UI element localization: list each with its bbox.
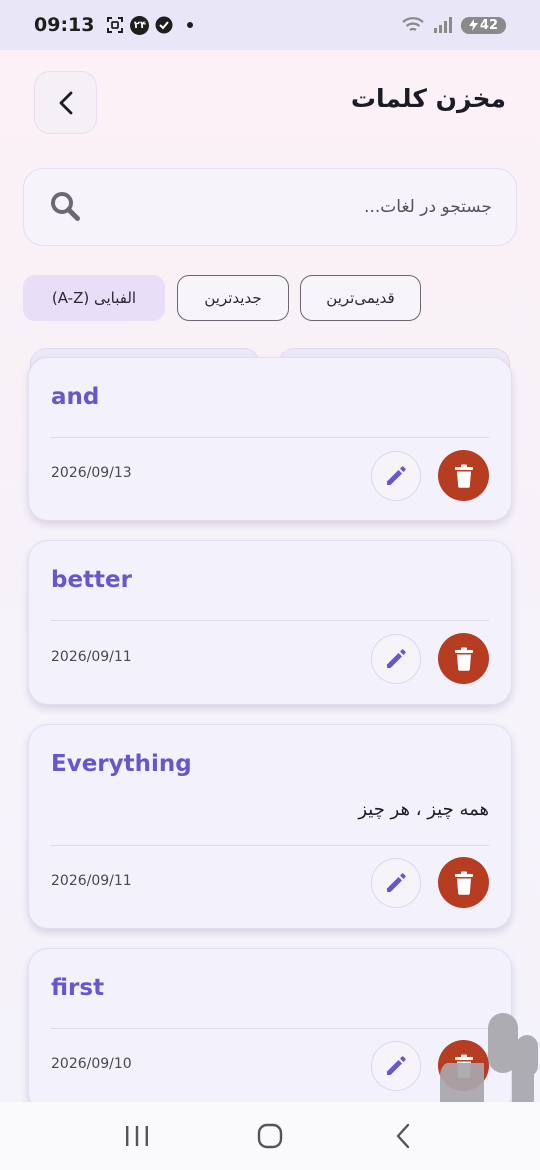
recents-button[interactable] xyxy=(117,1116,157,1156)
battery-icon: 42 xyxy=(460,16,506,34)
battery-level: 42 xyxy=(479,17,498,33)
word-text: Everything xyxy=(51,751,192,777)
status-icons-left: ۲۴ xyxy=(106,15,194,35)
word-text: better xyxy=(51,567,132,593)
word-date: 2026/09/13 xyxy=(51,465,132,481)
sort-chip-oldest[interactable]: قدیمی‌ترین xyxy=(300,275,421,321)
word-text: and xyxy=(51,384,100,410)
nav-back-button[interactable] xyxy=(383,1116,423,1156)
recents-icon xyxy=(125,1126,148,1146)
word-date: 2026/09/11 xyxy=(51,873,132,889)
back-button[interactable] xyxy=(34,71,97,134)
sort-chip-newest[interactable]: جدیدترین xyxy=(177,275,289,321)
divider xyxy=(51,845,489,846)
screenshot-icon xyxy=(107,17,124,33)
chevron-left-icon xyxy=(59,91,72,114)
home-button[interactable] xyxy=(250,1116,290,1156)
pencil-icon xyxy=(387,649,406,668)
trash-icon xyxy=(454,871,473,895)
status-bar: 09:13 ۲۴ 42 xyxy=(0,0,540,50)
pencil-icon xyxy=(387,873,406,892)
pencil-icon xyxy=(387,466,406,485)
sort-chip-alphabetical-label: الفبایی (A-Z) xyxy=(51,289,137,307)
system-nav-bar xyxy=(0,1102,540,1170)
shield-check-icon xyxy=(155,16,173,34)
divider xyxy=(51,620,489,621)
trash-icon xyxy=(454,647,473,671)
word-text: first xyxy=(51,975,105,1001)
delete-button[interactable] xyxy=(438,633,489,684)
sort-chip-oldest-label: قدیمی‌ترین xyxy=(326,289,395,307)
word-date: 2026/09/11 xyxy=(51,649,132,665)
page-title: مخزن کلمات xyxy=(350,84,506,113)
word-card[interactable]: Everything همه چیز ، هر چیز 2026/09/11 xyxy=(28,724,512,929)
word-card[interactable]: and 2026/09/13 xyxy=(28,357,512,521)
edit-button[interactable] xyxy=(371,451,421,501)
word-meaning: همه چیز ، هر چیز xyxy=(358,799,489,820)
notification-badge-icon: ۲۴ xyxy=(130,15,150,35)
wifi-icon xyxy=(402,17,424,31)
charging-bolt-icon xyxy=(468,19,478,31)
edit-button[interactable] xyxy=(371,858,421,908)
trash-icon xyxy=(454,464,473,488)
search-icon xyxy=(51,192,80,221)
edit-button[interactable] xyxy=(371,634,421,684)
sort-chip-newest-label: جدیدترین xyxy=(204,289,262,307)
status-time: 09:13 xyxy=(34,14,95,36)
search-box[interactable] xyxy=(23,168,517,246)
delete-button[interactable] xyxy=(438,857,489,908)
status-icons-right: 42 xyxy=(401,16,506,34)
divider xyxy=(51,437,489,438)
word-date: 2026/09/10 xyxy=(51,1056,132,1072)
dot-icon xyxy=(187,22,194,28)
delete-button[interactable] xyxy=(438,450,489,501)
pencil-icon xyxy=(387,1056,406,1075)
home-icon xyxy=(257,1123,283,1149)
signal-icon xyxy=(433,17,452,33)
search-input[interactable] xyxy=(84,197,492,217)
sort-chip-alphabetical[interactable]: الفبایی (A-Z) xyxy=(23,275,165,321)
back-icon xyxy=(397,1123,410,1149)
divider xyxy=(51,1028,489,1029)
word-card[interactable]: better 2026/09/11 xyxy=(28,540,512,705)
edit-button[interactable] xyxy=(371,1041,421,1091)
